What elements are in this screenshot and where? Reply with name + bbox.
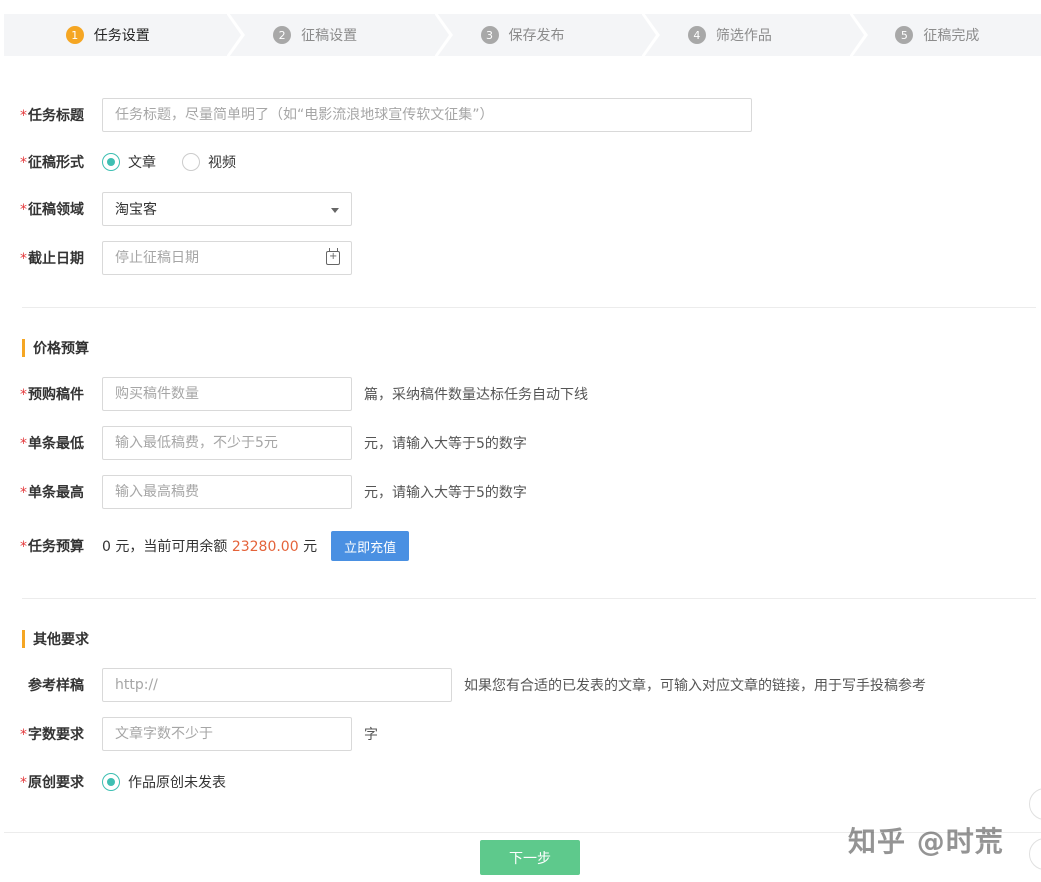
sample-label: 参考样稿 xyxy=(28,678,84,694)
step-label: 筛选作品 xyxy=(715,28,772,44)
radio-video-label: 视频 xyxy=(208,155,236,171)
task-title-label: *任务标题 xyxy=(20,108,84,124)
submission-form-label: *征稿形式 xyxy=(20,155,84,171)
word-count-row: *字数要求 字 xyxy=(0,717,378,751)
min-fee-label: *单条最低 xyxy=(20,436,84,452)
max-fee-label: *单条最高 xyxy=(20,485,84,501)
section-divider xyxy=(22,307,1036,308)
balance-amount: 23280.00 xyxy=(231,539,299,555)
step-label: 征稿完成 xyxy=(923,28,980,44)
radio-checked-icon xyxy=(102,153,120,171)
purchase-count-field[interactable] xyxy=(102,377,352,411)
budget-summary: 0 元，当前可用余额 23280.00 元 xyxy=(102,539,318,555)
other-section-title: 其他要求 xyxy=(22,629,89,649)
budget-row: *任务预算 0 元，当前可用余额 23280.00 元 立即充值 xyxy=(0,531,410,561)
progress-stepper: 1 任务设置 2 征稿设置 3 保存发布 4 筛选作品 5 征稿完成 xyxy=(4,14,1041,56)
step-number-5: 5 xyxy=(895,26,914,44)
price-section-title: 价格预算 xyxy=(22,338,89,358)
sample-url-field[interactable] xyxy=(102,668,452,702)
radio-article[interactable]: 文章 xyxy=(102,152,156,172)
radio-article-label: 文章 xyxy=(128,155,156,171)
max-fee-input[interactable] xyxy=(115,484,339,500)
submission-form-radio-group: 文章 视频 xyxy=(102,152,262,172)
recharge-button[interactable]: 立即充值 xyxy=(331,531,410,561)
next-step-button[interactable]: 下一步 xyxy=(480,840,580,875)
max-fee-field[interactable] xyxy=(102,475,352,509)
purchase-count-label: *预购稿件 xyxy=(20,387,84,403)
task-title-field[interactable] xyxy=(102,98,752,132)
radio-video[interactable]: 视频 xyxy=(182,152,236,172)
step-label: 任务设置 xyxy=(93,28,150,44)
max-fee-hint: 元，请输入大等于5的数字 xyxy=(364,485,527,501)
deadline-input[interactable] xyxy=(115,250,339,266)
floating-tool-button[interactable] xyxy=(1029,838,1041,870)
watermark: 知乎 @时荒 xyxy=(848,825,1004,858)
min-fee-field[interactable] xyxy=(102,426,352,460)
section-accent-bar xyxy=(22,339,25,357)
step-number-3: 3 xyxy=(480,26,499,44)
word-count-input[interactable] xyxy=(115,726,339,742)
sample-hint: 如果您有合适的已发表的文章，可输入对应文章的链接，用于写手投稿参考 xyxy=(464,678,926,694)
sample-url-input[interactable] xyxy=(115,677,439,693)
max-fee-row: *单条最高 元，请输入大等于5的数字 xyxy=(0,475,527,509)
submission-form-row: *征稿形式 文章 视频 xyxy=(0,152,262,172)
step-task-settings[interactable]: 1 任务设置 xyxy=(4,14,246,56)
step-number-2: 2 xyxy=(273,26,292,44)
original-radio-group: 作品原创未发表 xyxy=(102,772,252,792)
original-label: *原创要求 xyxy=(20,775,84,791)
step-number-4: 4 xyxy=(687,26,706,44)
min-fee-hint: 元，请输入大等于5的数字 xyxy=(364,436,527,452)
deadline-row: *截止日期 xyxy=(0,241,352,275)
section-divider xyxy=(22,598,1036,599)
sample-row: 参考样稿 如果您有合适的已发表的文章，可输入对应文章的链接，用于写手投稿参考 xyxy=(0,668,926,702)
section-accent-bar xyxy=(22,630,25,648)
calendar-icon[interactable] xyxy=(326,248,340,265)
deadline-field[interactable] xyxy=(102,241,352,275)
domain-label: *征稿领域 xyxy=(20,202,84,218)
purchase-count-hint: 篇，采纳稿件数量达标任务自动下线 xyxy=(364,387,588,403)
floating-tool-button[interactable] xyxy=(1029,788,1041,820)
purchase-count-row: *预购稿件 篇，采纳稿件数量达标任务自动下线 xyxy=(0,377,588,411)
radio-original-unpublished[interactable]: 作品原创未发表 xyxy=(102,772,226,792)
min-fee-input[interactable] xyxy=(115,435,339,451)
budget-label: *任务预算 xyxy=(20,539,84,555)
word-count-label: *字数要求 xyxy=(20,727,84,743)
chevron-down-icon xyxy=(331,208,339,213)
purchase-count-input[interactable] xyxy=(115,386,339,402)
domain-selected-value: 淘宝客 xyxy=(115,202,157,218)
original-row: *原创要求 作品原创未发表 xyxy=(0,772,252,792)
radio-original-label: 作品原创未发表 xyxy=(128,775,226,791)
radio-checked-icon xyxy=(102,773,120,791)
word-count-unit: 字 xyxy=(364,727,378,743)
task-title-input[interactable] xyxy=(115,107,739,123)
domain-row: *征稿领域 淘宝客 xyxy=(0,192,352,226)
radio-unchecked-icon xyxy=(182,153,200,171)
step-label: 保存发布 xyxy=(508,28,565,44)
domain-select[interactable]: 淘宝客 xyxy=(102,192,352,226)
min-fee-row: *单条最低 元，请输入大等于5的数字 xyxy=(0,426,527,460)
word-count-field[interactable] xyxy=(102,717,352,751)
deadline-label: *截止日期 xyxy=(20,251,84,267)
task-title-row: *任务标题 xyxy=(0,98,752,132)
step-number-1: 1 xyxy=(65,26,84,44)
step-label: 征稿设置 xyxy=(301,28,358,44)
